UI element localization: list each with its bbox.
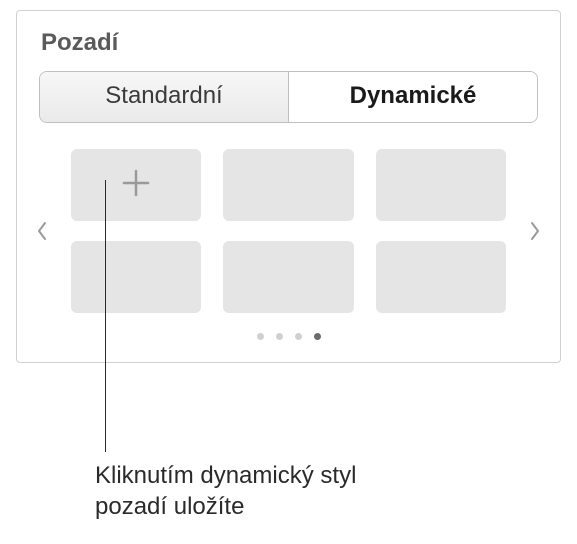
carousel-next-button[interactable] bbox=[522, 186, 548, 276]
style-tile[interactable] bbox=[376, 149, 506, 221]
callout-line bbox=[105, 180, 106, 452]
pagination-dots bbox=[29, 333, 548, 340]
style-grid bbox=[59, 149, 518, 313]
add-style-tile[interactable] bbox=[71, 149, 201, 221]
chevron-right-icon bbox=[529, 221, 541, 241]
style-carousel bbox=[29, 149, 548, 313]
section-title: Pozadí bbox=[41, 29, 548, 57]
page-dot-1[interactable] bbox=[257, 333, 264, 340]
style-segmented-control: Standardní Dynamické bbox=[39, 71, 538, 123]
callout-text: Kliknutím dynamický styl pozadí uložíte bbox=[95, 460, 415, 522]
page-dot-2[interactable] bbox=[276, 333, 283, 340]
page-dot-4[interactable] bbox=[314, 333, 321, 340]
chevron-left-icon bbox=[36, 221, 48, 241]
style-tile[interactable] bbox=[376, 241, 506, 313]
background-panel: Pozadí Standardní Dynamické bbox=[16, 10, 561, 363]
style-tile[interactable] bbox=[71, 241, 201, 313]
carousel-prev-button[interactable] bbox=[29, 186, 55, 276]
plus-icon bbox=[118, 165, 154, 206]
style-tile[interactable] bbox=[223, 149, 353, 221]
style-tile[interactable] bbox=[223, 241, 353, 313]
tab-dynamic[interactable]: Dynamické bbox=[289, 72, 537, 122]
page-dot-3[interactable] bbox=[295, 333, 302, 340]
tab-standard[interactable]: Standardní bbox=[40, 72, 289, 122]
